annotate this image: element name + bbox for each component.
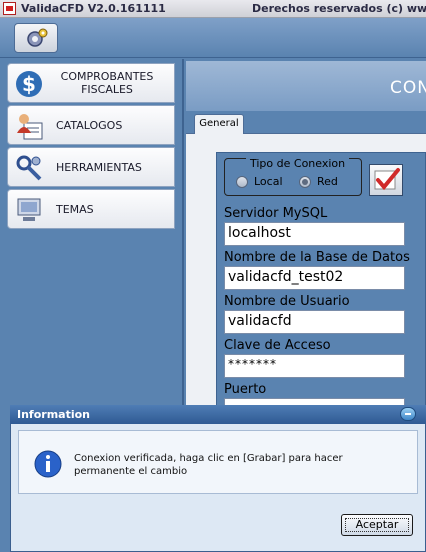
- server-input[interactable]: localhost: [224, 222, 405, 246]
- window-title: ValidaCFD V2.0.161111: [21, 2, 166, 15]
- page-title: CON: [390, 78, 426, 98]
- app-icon: [3, 2, 16, 15]
- password-label: Clave de Acceso: [224, 338, 331, 353]
- connection-type-title: Tipo de Conexion: [246, 157, 350, 170]
- nav-item-catalogos[interactable]: CATALOGOS: [7, 105, 175, 145]
- database-input[interactable]: validacfd_test02: [224, 266, 405, 290]
- server-label: Servidor MySQL: [224, 206, 328, 221]
- settings-button[interactable]: [14, 23, 58, 53]
- toolbar: [0, 18, 426, 58]
- verify-connection-button[interactable]: [369, 164, 403, 196]
- gear-settings-icon: [27, 28, 48, 47]
- database-label: Nombre de la Base de Datos: [224, 250, 410, 265]
- radio-local[interactable]: [236, 176, 248, 188]
- dialog-title: Information: [17, 408, 90, 421]
- accept-button[interactable]: Aceptar: [341, 514, 413, 536]
- username-input[interactable]: validacfd: [224, 310, 405, 334]
- nav-label-catalogos: CATALOGOS: [56, 118, 123, 132]
- username-label: Nombre de Usuario: [224, 294, 350, 309]
- title-bar: ValidaCFD V2.0.161111 Derechos reservado…: [0, 0, 426, 18]
- user-card-icon: [17, 114, 43, 140]
- tab-general[interactable]: General: [194, 114, 244, 134]
- port-label: Puerto: [224, 382, 267, 397]
- radio-red[interactable]: [299, 176, 311, 188]
- dialog-minimize-button[interactable]: [400, 407, 416, 421]
- dollar-icon: $: [16, 71, 42, 97]
- monitor-icon: [17, 198, 41, 221]
- nav-item-herramientas[interactable]: HERRAMIENTAS: [7, 147, 175, 187]
- radio-red-label: Red: [317, 175, 338, 188]
- radio-local-label: Local: [254, 175, 283, 188]
- nav-label-herramientas: HERRAMIENTAS: [56, 160, 142, 174]
- nav-label-temas: TEMAS: [56, 202, 94, 216]
- nav-label-comprobantes: COMPROBANTES FISCALES: [60, 70, 154, 96]
- nav-item-comprobantes[interactable]: $ COMPROBANTES FISCALES: [7, 63, 175, 103]
- svg-text:$: $: [22, 72, 36, 96]
- checkmark-icon: [374, 168, 400, 191]
- nav-item-temas[interactable]: TEMAS: [7, 189, 175, 229]
- info-icon: [34, 450, 62, 478]
- tools-icon: [16, 155, 42, 181]
- password-input[interactable]: *******: [224, 354, 405, 378]
- accept-button-label: Aceptar: [355, 518, 399, 531]
- dialog-message: Conexion verificada, haga clic en [Graba…: [74, 453, 343, 477]
- copyright-text: Derechos reservados (c) www.: [252, 2, 426, 15]
